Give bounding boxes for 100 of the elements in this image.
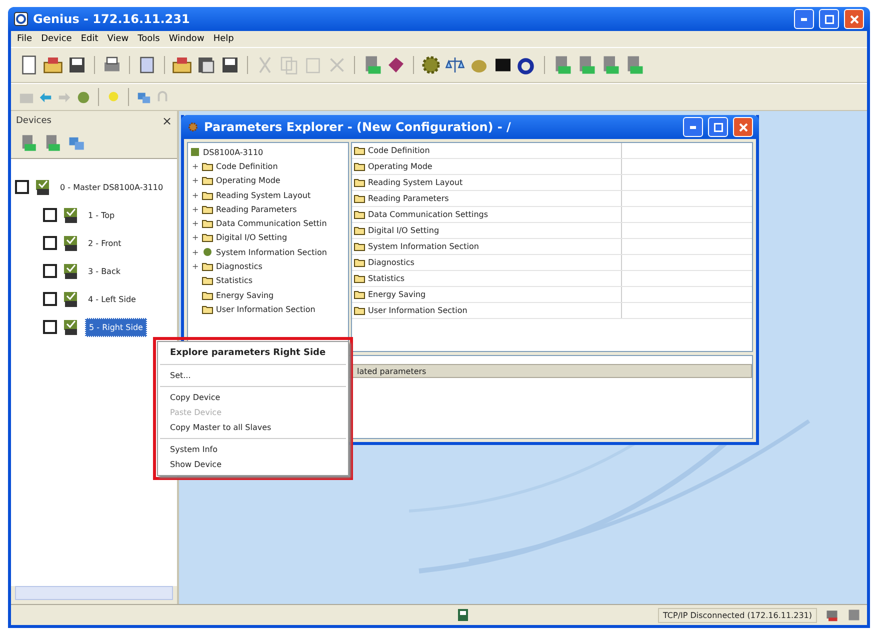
horizontal-scrollbar[interactable]	[15, 586, 173, 600]
folder-icon	[202, 204, 213, 214]
new-file-icon[interactable]	[19, 55, 39, 75]
menu-item[interactable]: Edit	[80, 34, 98, 44]
device-icon	[63, 206, 79, 224]
close-button[interactable]	[733, 117, 753, 137]
menu-item[interactable]: Tools	[138, 34, 160, 44]
device-icon	[63, 262, 79, 280]
checkbox[interactable]	[15, 180, 29, 194]
tree-item[interactable]: Energy Saving	[216, 290, 274, 300]
save-icon[interactable]	[220, 55, 240, 75]
expand-toggle[interactable]: +	[192, 162, 199, 171]
document-icon[interactable]	[137, 55, 157, 75]
tree-item[interactable]: Digital I/O Setting	[216, 233, 288, 242]
list-item[interactable]: System Information Section	[352, 239, 622, 254]
open-folder-icon[interactable]	[172, 55, 192, 75]
minimize-button[interactable]	[683, 117, 703, 137]
folder-icon	[202, 162, 213, 171]
maximize-button[interactable]	[708, 117, 728, 137]
tree-item[interactable]: Reading System Layout	[216, 190, 311, 200]
list-item[interactable]: Statistics	[352, 271, 622, 286]
list-item[interactable]: Operating Mode	[352, 159, 622, 174]
checkbox[interactable]	[43, 320, 57, 334]
checkbox[interactable]	[43, 208, 57, 222]
menu-item[interactable]: Explore parameters Right Side	[158, 345, 348, 361]
expand-toggle[interactable]: +	[192, 248, 199, 257]
folder-icon	[354, 306, 365, 315]
menu-item[interactable]: Show Device	[158, 457, 348, 472]
menu-item[interactable]: System Info	[158, 442, 348, 457]
device-label[interactable]: 5 - Right Side	[85, 318, 147, 336]
expand-toggle[interactable]: +	[192, 190, 199, 200]
folder-icon	[354, 290, 365, 299]
tree-item[interactable]: Statistics	[216, 276, 253, 286]
save-icon[interactable]	[67, 55, 87, 75]
tree-item[interactable]: User Information Section	[216, 304, 316, 314]
open-folder-icon[interactable]	[43, 55, 63, 75]
minimize-icon	[690, 126, 696, 128]
minimize-button[interactable]	[794, 9, 814, 29]
checkbox[interactable]	[43, 292, 57, 306]
close-icon	[850, 14, 858, 24]
menu-item[interactable]: Copy Device	[158, 390, 348, 405]
checkbox[interactable]	[43, 236, 57, 250]
folder-icon	[354, 258, 365, 267]
tree-item[interactable]: DS8100A-3110	[203, 148, 264, 157]
list-item[interactable]: User Information Section	[352, 303, 622, 318]
list-item[interactable]: Reading Parameters	[352, 191, 622, 206]
list-item[interactable]: Reading System Layout	[352, 175, 622, 190]
menu-item[interactable]: File	[17, 34, 32, 44]
folder-icon	[354, 210, 365, 219]
menu-item[interactable]: View	[107, 34, 129, 44]
app-logo-icon	[14, 12, 28, 26]
menu-item[interactable]: Window	[168, 34, 204, 44]
tree-item[interactable]: Operating Mode	[216, 176, 280, 186]
list-item[interactable]: Digital I/O Setting	[352, 223, 622, 238]
list-item[interactable]: Diagnostics	[352, 255, 622, 270]
folder-icon	[354, 194, 365, 203]
close-button[interactable]	[844, 9, 864, 29]
menu-item[interactable]: Copy Master to all Slaves	[158, 420, 348, 435]
folder-icon	[202, 304, 213, 314]
folder-icon	[354, 274, 365, 283]
tree-item[interactable]: Data Communication Settin	[216, 219, 327, 228]
expand-toggle[interactable]: +	[192, 176, 199, 186]
folder-icon	[354, 226, 365, 235]
device-label[interactable]: 4 - Left Side	[85, 290, 139, 308]
expand-toggle[interactable]: +	[192, 219, 199, 228]
window-title: Parameters Explorer - (New Configuration) - /	[204, 120, 512, 134]
folder-icon	[202, 276, 213, 286]
scale-icon[interactable]	[445, 55, 465, 75]
tree-item[interactable]: System Information Section	[216, 248, 327, 257]
device-icon	[63, 234, 79, 252]
device-label[interactable]: 0 - Master DS8100A-3110	[57, 178, 166, 196]
list-item[interactable]: Code Definition	[352, 143, 622, 158]
target-icon[interactable]	[517, 55, 537, 75]
list-item[interactable]: Data Communication Settings	[352, 207, 622, 222]
device-label[interactable]: 1 - Top	[85, 206, 118, 224]
device-icon	[190, 147, 200, 158]
menu-item[interactable]: Help	[213, 34, 234, 44]
expand-toggle[interactable]: +	[192, 233, 199, 242]
tree-item[interactable]: Diagnostics	[216, 262, 262, 272]
folder-icon	[354, 162, 365, 171]
connection-status: TCP/IP Disconnected (172.16.11.231)	[658, 608, 817, 622]
tree-item[interactable]: Code Definition	[216, 162, 278, 171]
device-icon	[35, 178, 51, 196]
maximize-button[interactable]	[819, 9, 839, 29]
folder-icon	[202, 176, 213, 186]
expand-toggle[interactable]: +	[192, 262, 199, 272]
menu-item[interactable]: Device	[41, 34, 72, 44]
device-label[interactable]: 3 - Back	[85, 262, 124, 280]
device-icon	[63, 290, 79, 308]
close-button[interactable]: ×	[162, 114, 172, 128]
checkbox[interactable]	[43, 264, 57, 278]
pages-icon[interactable]	[196, 55, 216, 75]
panel-title: Devices	[16, 116, 52, 126]
device-label[interactable]: 2 - Front	[85, 234, 124, 252]
folder-icon	[202, 233, 213, 242]
list-item[interactable]: Energy Saving	[352, 287, 622, 302]
device-icon	[63, 318, 79, 336]
expand-toggle[interactable]: +	[192, 204, 199, 214]
folder-icon	[202, 262, 213, 272]
tree-item[interactable]: Reading Parameters	[216, 204, 297, 214]
